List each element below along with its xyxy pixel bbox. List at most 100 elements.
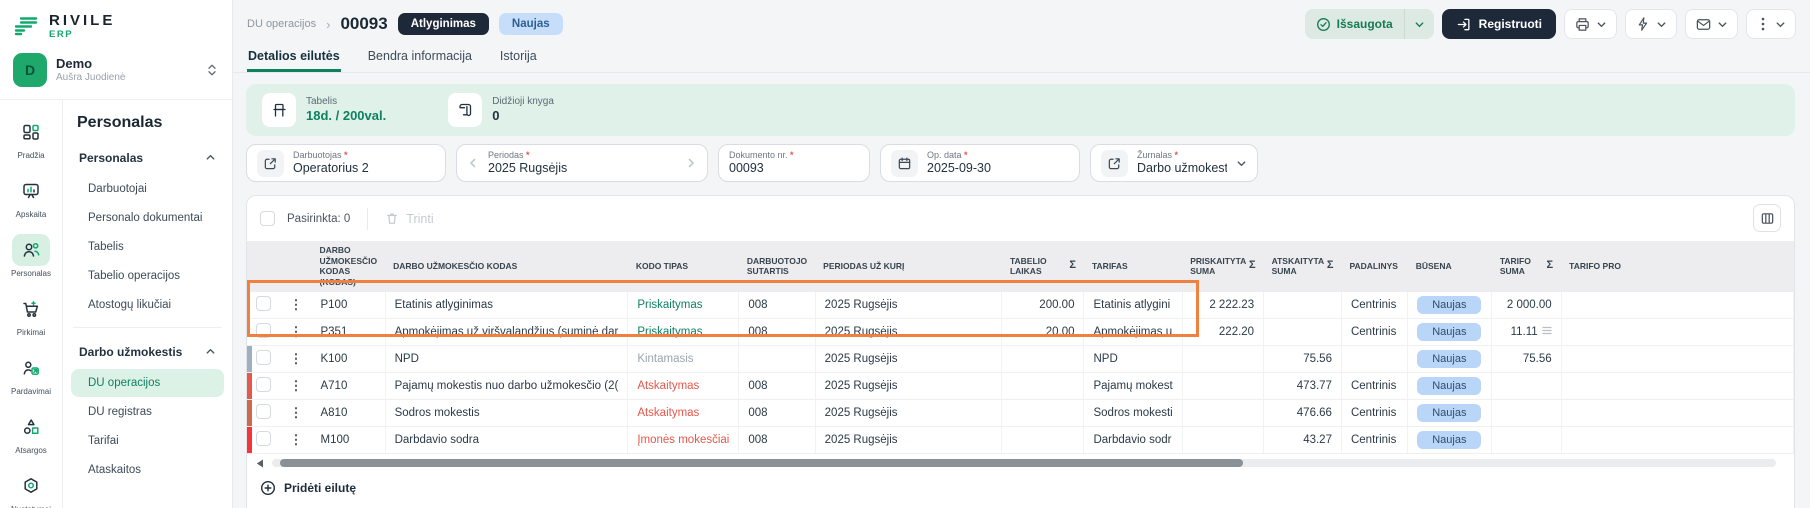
- breadcrumb-link[interactable]: DU operacijos: [247, 18, 316, 30]
- tabs: Detalios eilutės Bendra informacija Istori…: [233, 42, 1810, 73]
- external-link-icon[interactable]: [257, 150, 284, 177]
- chevron-left-icon[interactable]: [467, 157, 479, 169]
- sidebar-item-tabelis[interactable]: Tabelis: [71, 233, 224, 261]
- add-row-button[interactable]: Pridėti eilutę: [247, 469, 1794, 508]
- cell-code: P100: [311, 292, 385, 319]
- saved-split-button[interactable]: Išsaugota: [1305, 9, 1434, 39]
- sidebar-item-ataskaitos[interactable]: Ataskaitos: [71, 456, 224, 484]
- sidebar-item-darbuotojai[interactable]: Darbuotojai: [71, 175, 224, 203]
- rail-item-apskaita[interactable]: Apskaita: [12, 175, 50, 219]
- rivile-logo-icon: [13, 14, 40, 38]
- cell-tarifo-pro: [1561, 346, 1793, 373]
- status-pill: Naujas: [1417, 377, 1481, 395]
- column-header-busena[interactable]: BŪSENA: [1408, 241, 1492, 292]
- row-menu-icon[interactable]: ⋮: [289, 405, 302, 420]
- field-darbuotojas[interactable]: Darbuotojas * Operatorius 2: [246, 144, 446, 182]
- shapes-icon: [12, 411, 50, 443]
- tab-detalios-eilutes[interactable]: Detalios eilutės: [247, 42, 341, 72]
- cell-tariff_sum: 75.56: [1492, 346, 1561, 373]
- tab-bendra-informacija[interactable]: Bendra informacija: [367, 42, 473, 72]
- mail-button[interactable]: [1685, 9, 1738, 39]
- sidebar-item-personalo-dokumentai[interactable]: Personalo dokumentai: [71, 204, 224, 232]
- table-row-P100[interactable]: ⋮P100Etatinis atlyginimasPriskaitymas008…: [247, 292, 1794, 319]
- cell-code: P351: [311, 319, 385, 346]
- column-header-padalinys[interactable]: PADALINYS: [1341, 241, 1407, 292]
- column-header-tarifas[interactable]: TARIFAS: [1084, 241, 1182, 292]
- row-checkbox[interactable]: [256, 350, 271, 365]
- row-checkbox[interactable]: [256, 404, 271, 419]
- calendar-icon[interactable]: [891, 150, 918, 177]
- section-toggle-personalas[interactable]: Personalas: [71, 142, 224, 174]
- row-menu-icon[interactable]: ⋮: [289, 324, 302, 339]
- table-row-M100[interactable]: ⋮M100Darbdavio sodraĮmonės mokesčiai0082…: [247, 427, 1794, 454]
- row-menu-icon[interactable]: ⋮: [289, 378, 302, 393]
- column-header-atskaityta-suma[interactable]: ATSKAITYTA SUMAΣ: [1264, 241, 1342, 292]
- status-pill: Naujas: [1417, 323, 1481, 341]
- external-link-icon[interactable]: [1101, 150, 1128, 177]
- scrollbar-thumb[interactable]: [280, 459, 1243, 467]
- cell-accrued: 222.20: [1182, 319, 1263, 346]
- cell-name: Darbdavio sodra: [385, 427, 628, 454]
- row-checkbox[interactable]: [256, 323, 271, 338]
- column-header-darbo-uzmokescio-kodas-kodas[interactable]: DARBO UŽMOKESČIO KODAS (KODAS): [311, 241, 385, 292]
- sidebar-item-tarifai[interactable]: Tarifai: [71, 427, 224, 455]
- column-header-darbuotojo-sutartis[interactable]: DARBUOTOJO SUTARTIS: [739, 241, 815, 292]
- rail-item-nustatymai[interactable]: Nustatymai: [11, 470, 51, 508]
- field-periodas[interactable]: Periodas * 2025 Rugsėjis: [456, 144, 708, 182]
- column-header-tarifo-pro[interactable]: TARIFO PRO: [1561, 241, 1793, 292]
- sidebar-item-tabelio-operacijos[interactable]: Tabelio operacijos: [71, 262, 224, 290]
- table-row-A810[interactable]: ⋮A810Sodros mokestisAtskaitymas0082025 R…: [247, 400, 1794, 427]
- field-dokumento-nr[interactable]: Dokumento nr. * 00093: [718, 144, 870, 182]
- column-header-tarifo-suma[interactable]: TARIFO SUMAΣ: [1492, 241, 1561, 292]
- column-header-darbo-uzmokescio-kodas[interactable]: DARBO UŽMOKESČIO KODAS: [385, 241, 628, 292]
- horizontal-scrollbar[interactable]: [247, 457, 1794, 469]
- table-row-A710[interactable]: ⋮A710Pajamų mokestis nuo darbo užmokesči…: [247, 373, 1794, 400]
- row-checkbox[interactable]: [256, 377, 271, 392]
- row-checkbox[interactable]: [256, 431, 271, 446]
- column-settings-button[interactable]: [1753, 204, 1781, 232]
- column-header-kodo-tipas[interactable]: KODO TIPAS: [628, 241, 739, 292]
- sidebar-item-atostogu-likuciai[interactable]: Atostogų likučiai: [71, 291, 224, 319]
- sidebar-section-darbo-uzmokestis: Darbo užmokestis DU operacijosDU registr…: [71, 336, 224, 484]
- table-row-K100[interactable]: ⋮K100NPDKintamasis2025 RugsėjisNPD75.56N…: [247, 346, 1794, 373]
- rail-item-personalas[interactable]: Personalas: [11, 234, 51, 278]
- table-row-P351[interactable]: ⋮P351Apmokėjimas už viršvalandžius (sumi…: [247, 319, 1794, 346]
- field-op-data[interactable]: Op. data * 2025-09-30: [880, 144, 1080, 182]
- column-header-tabelio-laikas[interactable]: TABELIO LAIKASΣ: [1002, 241, 1084, 292]
- field-zurnalas[interactable]: Žurnalas * Darbo užmokestis: [1090, 144, 1258, 182]
- scroll-left-arrow[interactable]: [256, 459, 264, 468]
- row-menu-icon[interactable]: ⋮: [289, 351, 302, 366]
- row-menu-icon[interactable]: ⋮: [289, 432, 302, 447]
- chevron-down-icon[interactable]: [1405, 9, 1434, 39]
- tab-istorija[interactable]: Istorija: [499, 42, 538, 72]
- register-button[interactable]: Registruoti: [1442, 9, 1556, 39]
- printer-button[interactable]: [1564, 9, 1617, 39]
- section-toggle-darbo-uzmokestis[interactable]: Darbo užmokestis: [71, 336, 224, 368]
- sidebar-item-du-operacijos[interactable]: DU operacijos: [71, 369, 224, 397]
- row-menu-icon[interactable]: ⋮: [289, 297, 302, 312]
- sidebar-item-du-registras[interactable]: DU registras: [71, 398, 224, 426]
- company-switcher[interactable]: D Demo Aušra Juodienė: [13, 53, 218, 99]
- rail-item-pardavimai[interactable]: Pardavimai: [11, 352, 51, 396]
- row-checkbox[interactable]: [256, 296, 271, 311]
- scrollbar-track[interactable]: [272, 459, 1776, 467]
- register-icon: [1456, 17, 1471, 32]
- chevron-down-icon[interactable]: [1236, 158, 1247, 169]
- kebab-button[interactable]: [1746, 9, 1796, 39]
- select-all-checkbox[interactable]: [260, 211, 275, 226]
- rail-item-pirkimai[interactable]: Pirkimai: [12, 293, 50, 337]
- cell-time: [1002, 346, 1084, 373]
- delete-button[interactable]: Trinti: [385, 211, 433, 226]
- cell-time: [1002, 400, 1084, 427]
- columns-icon: [1760, 211, 1775, 226]
- rail-item-pradzia[interactable]: Pradžia: [12, 116, 50, 160]
- lightning-button[interactable]: [1625, 9, 1677, 39]
- cell-type: Priskaitymas: [628, 292, 739, 319]
- document-number: 00093: [340, 14, 387, 34]
- chevron-right-icon[interactable]: [685, 157, 697, 169]
- cell-type: Priskaitymas: [628, 319, 739, 346]
- rail-item-atsargos[interactable]: Atsargos: [12, 411, 50, 455]
- column-header-priskaityta-suma[interactable]: PRISKAITYTA SUMAΣ: [1182, 241, 1263, 292]
- cell-contract: 008: [739, 292, 815, 319]
- column-header-periodas-uz-kuri[interactable]: PERIODAS UŽ KURĮ: [815, 241, 1002, 292]
